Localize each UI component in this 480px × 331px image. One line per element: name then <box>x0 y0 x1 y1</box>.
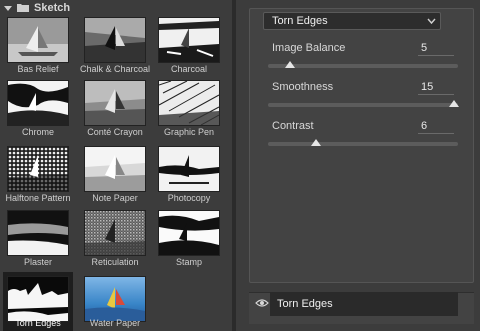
effect-layer-name: Torn Edges <box>277 298 333 310</box>
contrast-label: Contrast <box>272 120 314 132</box>
thumbnail-image <box>7 80 69 126</box>
filter-select-value: Torn Edges <box>272 15 328 27</box>
filter-label: Water Paper <box>89 318 141 328</box>
thumbnail-image <box>84 210 146 256</box>
thumbnail-image <box>7 276 69 322</box>
thumbnail-image <box>158 146 220 192</box>
smoothness-input[interactable]: 15 <box>418 79 454 95</box>
filter-thumb-plaster[interactable]: Plaster <box>3 210 73 272</box>
folder-icon <box>17 4 29 12</box>
contrast-input[interactable]: 6 <box>418 118 454 134</box>
filter-thumb-photocopy[interactable]: Photocopy <box>154 146 224 208</box>
eye-icon[interactable] <box>255 298 269 308</box>
filter-label: Note Paper <box>92 193 138 203</box>
filter-thumb-chalk-charcoal[interactable]: Chalk & Charcoal <box>80 17 150 79</box>
thumbnail-image <box>158 17 220 63</box>
chevron-down-icon <box>427 18 436 25</box>
image-balance-input[interactable]: 5 <box>418 40 454 56</box>
filter-thumb-stamp[interactable]: Stamp <box>154 210 224 272</box>
filter-select[interactable]: Torn Edges <box>263 12 441 30</box>
contrast-slider[interactable] <box>268 142 458 146</box>
thumbnail-image <box>84 17 146 63</box>
thumbnail-image <box>7 17 69 63</box>
filter-thumb-torn-edges[interactable]: Torn Edges <box>3 272 73 331</box>
filter-label: Charcoal <box>170 64 208 74</box>
filter-thumb-reticulation[interactable]: Reticulation <box>80 210 150 272</box>
filter-label: Graphic Pen <box>163 127 215 137</box>
filter-gallery-panel: Sketch Bas Relief Chalk & Charcoal Charc… <box>0 0 232 331</box>
filter-thumb-graphic-pen[interactable]: Graphic Pen <box>154 80 224 142</box>
filter-label: Torn Edges <box>15 318 61 328</box>
filter-thumb-chrome[interactable]: Chrome <box>3 80 73 142</box>
thumbnail-image <box>84 276 146 322</box>
filter-thumb-note-paper[interactable]: Note Paper <box>80 146 150 208</box>
thumbnail-image <box>84 80 146 126</box>
image-balance-slider-knob[interactable] <box>285 61 296 68</box>
filter-thumb-charcoal[interactable]: Charcoal <box>154 17 224 79</box>
thumbnail-image <box>7 210 69 256</box>
filter-thumb-bas-relief[interactable]: Bas Relief <box>3 17 73 79</box>
smoothness-label: Smoothness <box>272 81 334 93</box>
thumbnail-image <box>84 146 146 192</box>
filter-thumb-conte-crayon[interactable]: Conté Crayon <box>80 80 150 142</box>
smoothness-slider[interactable] <box>268 103 458 107</box>
filter-label: Chalk & Charcoal <box>79 64 151 74</box>
filter-label: Stamp <box>175 257 202 267</box>
filter-thumb-halftone-pattern[interactable]: Halftone Pattern <box>3 146 73 208</box>
chevron-down-icon[interactable] <box>4 4 12 12</box>
contrast-slider-knob[interactable] <box>310 139 321 146</box>
image-balance-slider[interactable] <box>268 64 458 68</box>
category-title: Sketch <box>34 1 71 14</box>
thumbnail-image <box>158 210 220 256</box>
thumbnail-image <box>7 146 69 192</box>
filter-label: Photocopy <box>167 193 211 203</box>
filter-label: Chrome <box>21 127 54 137</box>
category-header[interactable]: Sketch <box>0 0 232 15</box>
filter-label: Halftone Pattern <box>5 193 71 203</box>
filter-label: Plaster <box>23 257 52 267</box>
thumbnail-image <box>158 80 220 126</box>
filter-label: Reticulation <box>91 257 139 267</box>
image-balance-label: Image Balance <box>272 42 346 54</box>
filter-label: Conté Crayon <box>87 127 143 137</box>
filter-thumb-water-paper[interactable]: Water Paper <box>80 272 150 331</box>
filter-label: Bas Relief <box>17 64 59 74</box>
smoothness-slider-knob[interactable] <box>449 100 459 107</box>
